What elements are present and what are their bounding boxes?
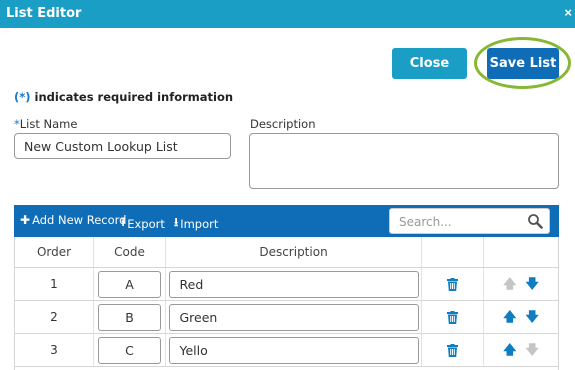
dialog-titlebar: List Editor × <box>0 0 575 28</box>
download-icon: ⭳ <box>174 215 179 229</box>
row-description-input[interactable]: Red <box>168 270 419 298</box>
close-button[interactable]: Close <box>392 48 467 79</box>
records-toolbar: ✚ Add New Record ⭱ Export ⭳ Import Searc… <box>14 205 559 237</box>
search-input[interactable]: Search... <box>389 208 550 234</box>
delete-cell <box>422 301 484 333</box>
column-header-description: Description <box>166 237 422 267</box>
list-name-label: *List Name <box>14 117 77 131</box>
search-placeholder: Search... <box>399 215 452 229</box>
table-row: 1 A Red 🡅 🡇 <box>15 268 558 301</box>
records-table: Order Code Description 1 A Red 🡅 🡇 2 B G… <box>14 237 559 370</box>
plus-icon: ✚ <box>20 213 31 227</box>
arrow-down-icon[interactable]: 🡇 <box>526 278 539 291</box>
column-header-delete <box>422 237 484 267</box>
required-info-note: (*) indicates required information <box>14 90 233 104</box>
add-new-record-button[interactable]: ✚ Add New Record <box>20 213 126 227</box>
description-label: Description <box>250 117 316 131</box>
trash-icon[interactable] <box>447 343 458 357</box>
reorder-arrows: 🡅 🡇 <box>503 311 539 324</box>
reorder-cell: 🡅 🡇 <box>484 301 558 333</box>
add-new-record-label: Add New Record <box>32 213 127 227</box>
required-note-text: indicates required information <box>30 90 234 104</box>
close-icon[interactable]: × <box>564 5 572 20</box>
arrow-up-icon[interactable]: 🡅 <box>503 311 516 324</box>
arrow-up-icon: 🡅 <box>503 276 517 292</box>
row-description-input[interactable]: Yello <box>168 336 419 364</box>
code-cell: B <box>94 301 166 333</box>
export-label: Export <box>127 216 165 231</box>
code-cell: A <box>94 268 166 300</box>
row-order: 2 <box>15 301 94 333</box>
list-name-label-text: List Name <box>19 117 78 131</box>
description-cell: Yello <box>166 334 422 366</box>
import-label: Import <box>180 216 219 231</box>
reorder-cell: 🡅 🡇 <box>484 334 558 366</box>
arrow-up-icon[interactable]: 🡅 <box>503 344 516 357</box>
list-name-input[interactable]: New Custom Lookup List <box>14 133 231 159</box>
trash-icon[interactable] <box>447 277 458 291</box>
export-button[interactable]: ⭱ Export <box>121 213 165 234</box>
table-row: 3 C Yello 🡅 🡇 <box>15 334 558 367</box>
column-header-code: Code <box>94 237 166 267</box>
column-header-reorder <box>484 237 558 267</box>
table-header-row: Order Code Description <box>15 237 558 268</box>
column-header-order: Order <box>15 237 94 267</box>
trash-icon[interactable] <box>447 310 458 324</box>
import-button[interactable]: ⭳ Import <box>174 213 218 234</box>
row-description-input[interactable]: Green <box>168 303 419 331</box>
row-order: 1 <box>15 268 94 300</box>
search-icon[interactable] <box>527 213 543 229</box>
delete-cell <box>422 268 484 300</box>
reorder-cell: 🡅 🡇 <box>484 268 558 300</box>
arrow-down-icon[interactable]: 🡇 <box>526 311 539 324</box>
table-row: 2 B Green 🡅 🡇 <box>15 301 558 334</box>
code-cell: C <box>94 334 166 366</box>
dialog-title: List Editor <box>6 6 82 21</box>
delete-cell <box>422 334 484 366</box>
description-textarea[interactable] <box>249 133 559 189</box>
code-input[interactable]: B <box>98 303 161 331</box>
upload-icon: ⭱ <box>121 215 126 229</box>
row-order: 3 <box>15 334 94 366</box>
code-input[interactable]: C <box>98 336 161 364</box>
reorder-arrows: 🡅 🡇 <box>503 344 539 357</box>
save-list-button[interactable]: Save List <box>487 48 559 79</box>
reorder-arrows: 🡅 🡇 <box>503 278 539 291</box>
required-asterisk: (*) <box>14 90 31 104</box>
description-cell: Green <box>166 301 422 333</box>
code-input[interactable]: A <box>98 270 161 298</box>
arrow-down-icon: 🡇 <box>525 342 539 358</box>
description-cell: Red <box>166 268 422 300</box>
